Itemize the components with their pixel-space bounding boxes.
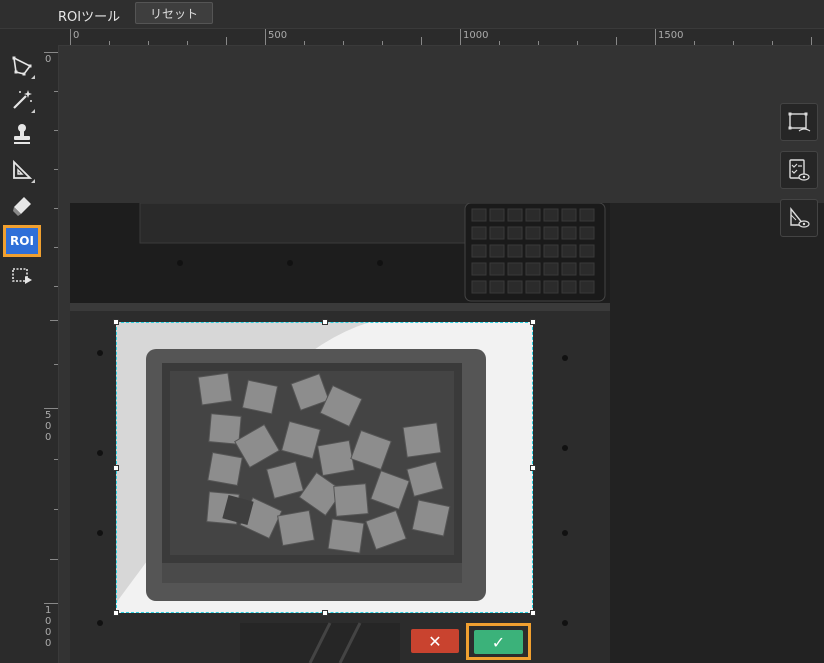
show-checklist-toggle[interactable] (780, 151, 818, 189)
left-tool-panel: ROI (0, 29, 44, 663)
roi-handle-bottom[interactable] (322, 610, 328, 616)
cancel-button[interactable]: ✕ (411, 629, 459, 653)
reset-button[interactable]: リセット (135, 2, 213, 24)
h-ruler-label-1000: 1000 (463, 30, 489, 41)
top-toolbar: ROIツール リセット (0, 0, 824, 29)
h-ruler-label-1500: 1500 (658, 30, 684, 41)
magic-wand-tool[interactable] (7, 85, 37, 115)
roi-handle-bottom-left[interactable] (113, 610, 119, 616)
eraser-tool[interactable] (7, 191, 37, 221)
roi-handle-right[interactable] (530, 465, 536, 471)
crop-play-icon (12, 268, 32, 284)
horizontal-ruler: 0 500 1000 1500 (58, 29, 824, 46)
mask-eye-icon (790, 207, 810, 228)
roi-handle-top-left[interactable] (113, 319, 119, 325)
confirm-button[interactable]: ✓ (474, 630, 523, 654)
h-ruler-label-500: 500 (268, 30, 288, 41)
stamp-icon (14, 124, 30, 144)
toolbar-title: ROIツール (58, 10, 121, 25)
show-mask-toggle[interactable] (780, 199, 818, 237)
check-icon: ✓ (491, 632, 506, 652)
stamp-tool[interactable] (7, 119, 37, 149)
roi-eye-icon (788, 112, 811, 132)
v-ruler-label-500: 500 (45, 410, 52, 443)
roi-selection-box[interactable] (113, 319, 536, 616)
ruler-tool[interactable] (7, 155, 37, 185)
vertical-ruler: 0 500 1000 (44, 29, 59, 663)
v-ruler-label-1000: 1000 (45, 605, 52, 649)
roi-handle-top[interactable] (322, 319, 328, 325)
close-icon: ✕ (428, 631, 442, 651)
roi-icon: ROI (10, 234, 34, 248)
polygon-select-tool[interactable] (7, 51, 37, 81)
checklist-eye-icon (789, 159, 810, 181)
h-ruler-label-0: 0 (73, 30, 80, 41)
roi-handle-top-right[interactable] (530, 319, 536, 325)
v-ruler-label-0: 0 (45, 54, 52, 65)
show-roi-toggle[interactable] (780, 103, 818, 141)
roi-handle-left[interactable] (113, 465, 119, 471)
eraser-icon (13, 197, 31, 216)
roi-tool[interactable]: ROI (3, 225, 41, 257)
confirm-button-highlight: ✓ (466, 623, 531, 660)
crop-play-tool[interactable] (7, 261, 37, 291)
roi-handle-bottom-right[interactable] (530, 610, 536, 616)
